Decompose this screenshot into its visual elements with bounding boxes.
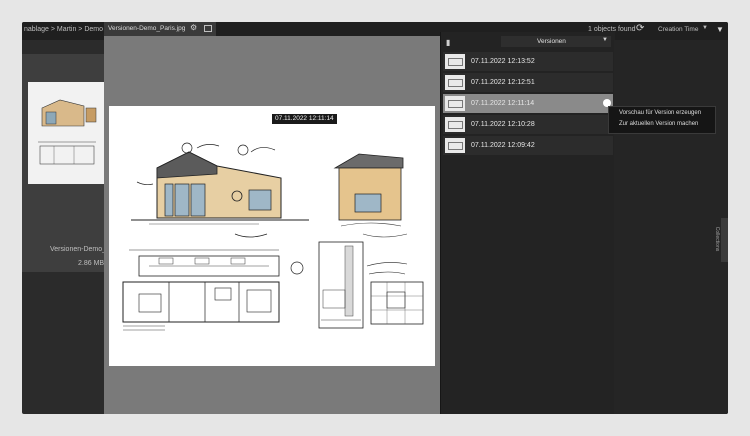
versions-dropdown[interactable]: Versionen ▼: [501, 36, 611, 47]
lock-icon[interactable]: ▮: [446, 38, 450, 47]
version-thumbnail: [445, 96, 465, 111]
version-time: 07.11.2022 12:11:14: [471, 100, 535, 107]
version-timestamp-badge: 07.11.2022 12:11:14: [272, 114, 337, 124]
chevron-down-icon: ▼: [602, 37, 608, 43]
version-time: 07.11.2022 12:09:42: [471, 142, 535, 149]
version-thumbnail: [445, 75, 465, 90]
menu-item-make-current[interactable]: Zur aktuellen Version machen: [619, 121, 698, 127]
asset-name: Versionen-Demo_: [50, 246, 107, 253]
asset-thumbnail[interactable]: [28, 82, 104, 184]
preview-tab[interactable]: Versionen-Demo_Paris.jpg ⚙: [104, 22, 216, 36]
versions-header: ▮ Versionen ▼: [441, 34, 615, 50]
house-sketch-image: [122, 142, 424, 331]
sort-dropdown[interactable]: Creation Time: [658, 26, 698, 33]
version-row-selected[interactable]: 07.11.2022 12:11:14: [443, 94, 613, 113]
version-time: 07.11.2022 12:13:52: [471, 58, 535, 65]
refresh-icon[interactable]: ⟳: [636, 23, 644, 34]
version-thumbnail: [445, 54, 465, 69]
version-thumbnail: [445, 138, 465, 153]
sketch-thumbnail-image: [38, 99, 97, 165]
version-row[interactable]: 07.11.2022 12:09:42: [443, 136, 613, 155]
split-view-icon[interactable]: [204, 25, 212, 32]
version-row[interactable]: 07.11.2022 12:13:52: [443, 52, 613, 71]
preview-image: [109, 106, 435, 366]
version-time: 07.11.2022 12:12:51: [471, 79, 535, 86]
chevron-down-icon[interactable]: ▼: [702, 25, 708, 31]
menu-caret-icon[interactable]: ▼: [716, 25, 724, 34]
versions-panel: ▮ Versionen ▼ 07.11.2022 12:13:52 07.11.…: [440, 32, 615, 414]
gear-icon[interactable]: ⚙: [190, 23, 197, 32]
right-area: [614, 40, 728, 414]
version-context-menu: Vorschau für Version erzeugen Zur aktuel…: [608, 106, 716, 134]
versions-dropdown-label: Versionen: [537, 38, 566, 45]
version-row[interactable]: 07.11.2022 12:10:28: [443, 115, 613, 134]
app-window: nablage > Martin > Demo Versionen-Demo_P…: [22, 22, 728, 414]
collections-tab[interactable]: Collections: [714, 218, 728, 262]
collections-tab-label: Collections: [714, 226, 721, 252]
asset-card[interactable]: Versionen-Demo_ 2.86 MB: [22, 54, 107, 272]
asset-size: 2.86 MB: [78, 260, 105, 267]
version-time: 07.11.2022 12:10:28: [471, 121, 535, 128]
preview-pane: 07.11.2022 12:11:14: [104, 36, 440, 414]
version-row[interactable]: 07.11.2022 12:12:51: [443, 73, 613, 92]
menu-item-create-preview[interactable]: Vorschau für Version erzeugen: [619, 110, 701, 116]
breadcrumb[interactable]: nablage > Martin > Demo: [24, 26, 103, 33]
version-thumbnail: [445, 117, 465, 132]
tab-title: Versionen-Demo_Paris.jpg: [108, 25, 186, 32]
